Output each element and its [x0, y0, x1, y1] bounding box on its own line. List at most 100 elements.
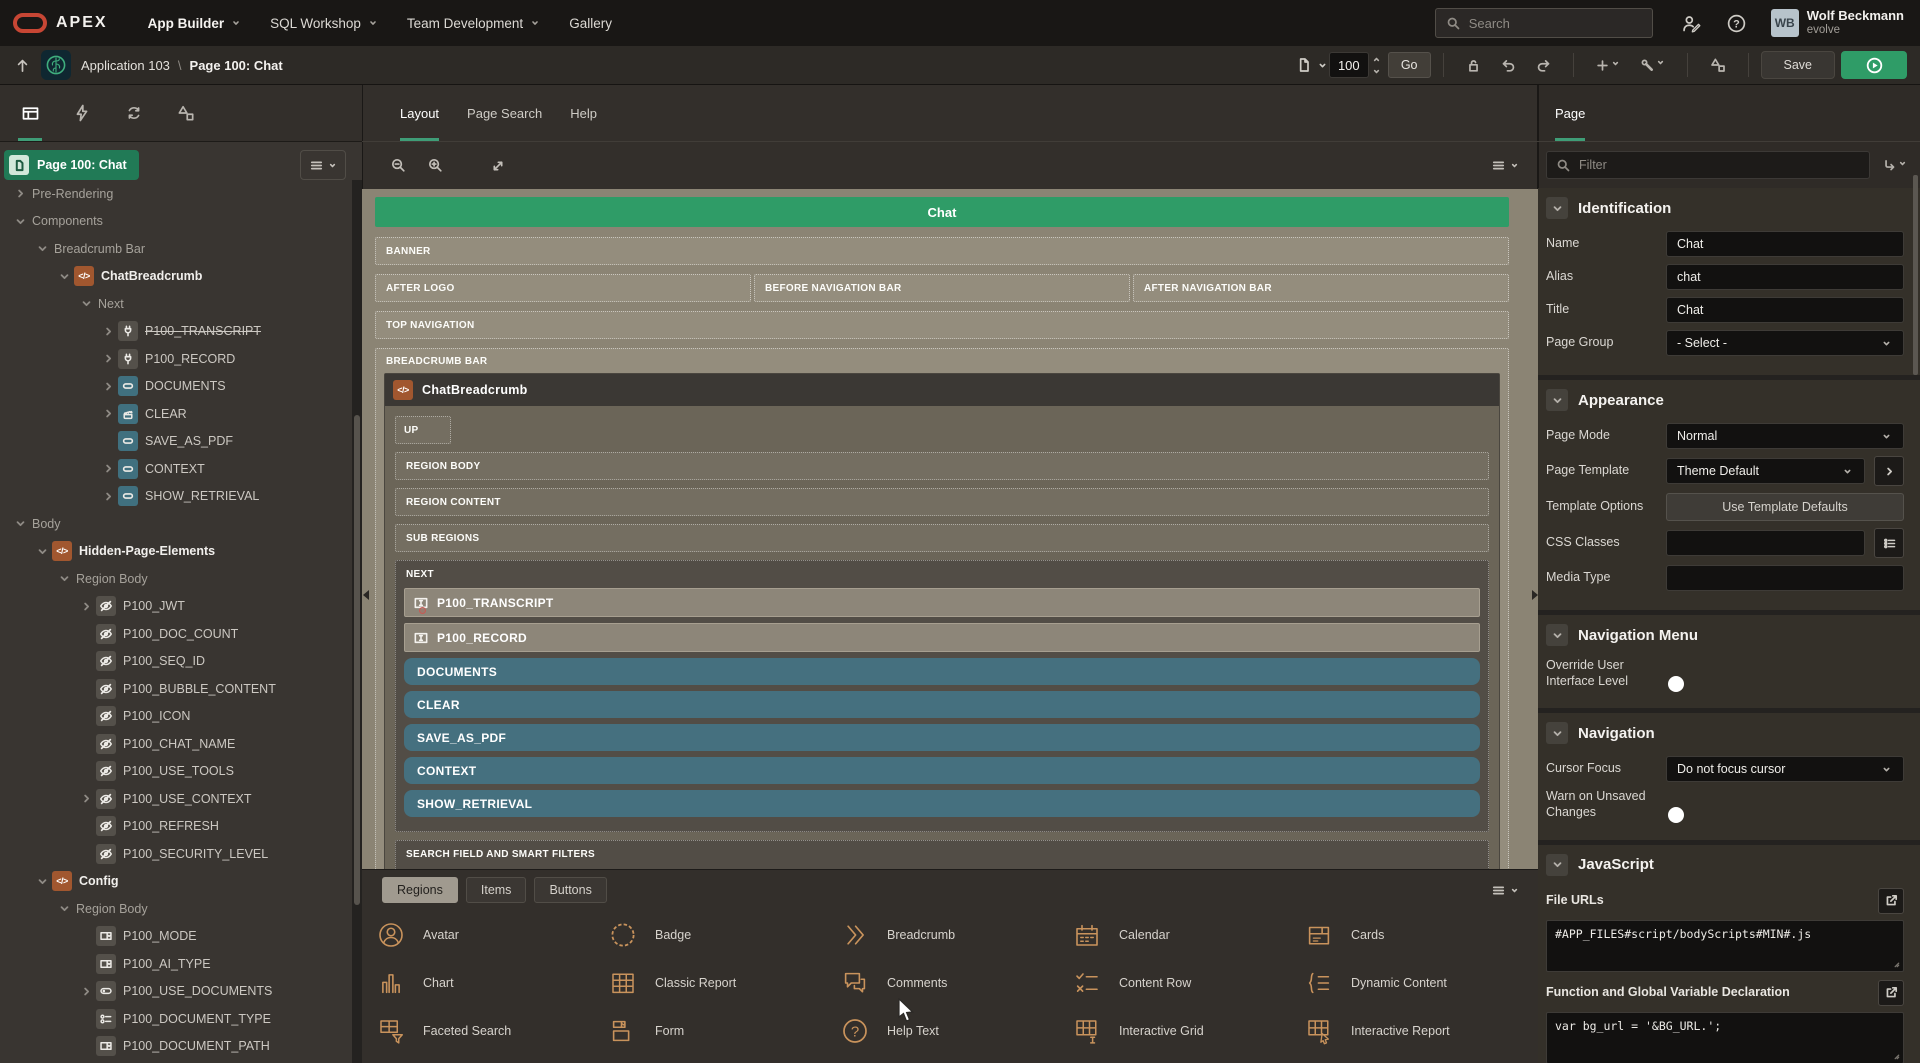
textarea-file-urls[interactable]: #APP_FILES#script/bodyScripts#MIN#.js: [1546, 920, 1904, 972]
chevron-right-icon[interactable]: [100, 490, 116, 503]
quick-pick-icon[interactable]: [1874, 528, 1904, 558]
input-alias[interactable]: chat: [1666, 264, 1904, 290]
region-header[interactable]: </> ChatBreadcrumb: [385, 374, 1499, 406]
layout-menu-button[interactable]: [1491, 158, 1520, 173]
gallery-tab-regions[interactable]: Regions: [382, 877, 458, 903]
tab-layout[interactable]: Layout: [400, 85, 439, 141]
chevron-down-icon[interactable]: [34, 242, 50, 255]
input-name[interactable]: Chat: [1666, 231, 1904, 257]
gallery-tab-buttons[interactable]: Buttons: [534, 877, 606, 903]
gallery-item-interactive-report[interactable]: Interactive Report: [1304, 1009, 1536, 1053]
property-filter-input[interactable]: Filter: [1546, 151, 1870, 179]
menu-sql-workshop[interactable]: SQL Workshop: [256, 0, 393, 46]
input-title[interactable]: Chat: [1666, 297, 1904, 323]
tree-item-chatbreadcrumb[interactable]: </>ChatBreadcrumb: [0, 263, 350, 291]
gallery-item-partial[interactable]: [608, 1053, 840, 1063]
canvas-page-title[interactable]: Chat: [375, 197, 1509, 227]
page-spinner[interactable]: [1371, 54, 1382, 77]
tree-item-p100-icon[interactable]: P100_ICON: [0, 703, 350, 731]
tab-rendering[interactable]: [12, 85, 48, 141]
position-top-navigation[interactable]: TOP NAVIGATION: [375, 311, 1509, 339]
tree-item-breadcrumb-bar[interactable]: Breadcrumb Bar: [0, 235, 350, 263]
select-page-template[interactable]: Theme Default: [1666, 458, 1865, 484]
tree-item-save-as-pdf[interactable]: SAVE_AS_PDF: [0, 428, 350, 456]
gallery-item-interactive-grid[interactable]: Interactive Grid: [1072, 1009, 1304, 1053]
tree-scrollbar[interactable]: [352, 180, 362, 1063]
chevron-down-icon[interactable]: [56, 902, 72, 915]
tree-item-p100-security-level[interactable]: P100_SECURITY_LEVEL: [0, 840, 350, 868]
chevron-right-icon[interactable]: [100, 352, 116, 365]
collapse-chevron-icon[interactable]: [1546, 722, 1568, 744]
zoom-out-icon[interactable]: [390, 157, 407, 174]
position-after-navigation-bar[interactable]: AFTER NAVIGATION BAR: [1133, 274, 1509, 302]
canvas-item-p100_transcript[interactable]: P100_TRANSCRIPT: [404, 588, 1480, 617]
property-scrollbar[interactable]: [1913, 175, 1918, 375]
textarea-function-and-global-variable-declaration[interactable]: var bg_url = '&BG_URL.';: [1546, 1012, 1904, 1063]
chevron-right-icon[interactable]: [78, 600, 94, 613]
chevron-right-icon[interactable]: [100, 462, 116, 475]
expand-icon[interactable]: [490, 158, 506, 174]
zoom-in-icon[interactable]: [427, 157, 444, 174]
user-avatar[interactable]: WB: [1771, 9, 1799, 37]
right-splitter-handle[interactable]: [1531, 582, 1538, 608]
chevron-down-icon[interactable]: [78, 297, 94, 310]
position-banner[interactable]: BANNER: [375, 237, 1509, 265]
tree-item-p100-refresh[interactable]: P100_REFRESH: [0, 813, 350, 841]
menu-app-builder[interactable]: App Builder: [134, 0, 257, 46]
gallery-item-partial[interactable]: [376, 1053, 608, 1063]
chevron-right-icon[interactable]: [78, 985, 94, 998]
gallery-item-comments[interactable]: Comments: [840, 961, 1072, 1005]
gallery-item-classic-report[interactable]: Classic Report: [608, 961, 840, 1005]
up-arrow-icon[interactable]: [14, 57, 31, 74]
goto-group-icon[interactable]: [1876, 158, 1914, 173]
tree-item-body[interactable]: Body: [0, 510, 350, 538]
tree-item-p100-document-type[interactable]: P100_DOCUMENT_TYPE: [0, 1005, 350, 1033]
tab-page[interactable]: Page: [1555, 85, 1585, 141]
tree-item-p100-record[interactable]: P100_RECORD: [0, 345, 350, 373]
gallery-item-calendar[interactable]: Calendar: [1072, 913, 1304, 957]
tree-item-hidden-page-elements[interactable]: </>Hidden-Page-Elements: [0, 538, 350, 566]
chevron-right-icon[interactable]: [78, 792, 94, 805]
tree-item-p100-use-context[interactable]: P100_USE_CONTEXT: [0, 785, 350, 813]
chevron-right-icon[interactable]: [12, 187, 28, 200]
tree-item-config[interactable]: </>Config: [0, 868, 350, 896]
input-media-type[interactable]: [1666, 565, 1904, 591]
tree-menu-button[interactable]: [300, 150, 346, 180]
undo-icon[interactable]: [1500, 57, 1517, 74]
create-menu-button[interactable]: [1595, 58, 1621, 73]
gallery-tab-items[interactable]: Items: [466, 877, 527, 903]
tree-item-p100-ai-type[interactable]: P100_AI_TYPE: [0, 950, 350, 978]
tree-item-p100-seq-id[interactable]: P100_SEQ_ID: [0, 648, 350, 676]
position-after-logo[interactable]: AFTER LOGO: [375, 274, 751, 302]
chevron-down-icon[interactable]: [56, 572, 72, 585]
select-cursor-focus[interactable]: Do not focus cursor: [1666, 756, 1904, 782]
tree-item-region-body[interactable]: Region Body: [0, 565, 350, 593]
utilities-menu-button[interactable]: [1639, 57, 1666, 73]
left-splitter-handle[interactable]: [362, 582, 369, 608]
tree-root-page[interactable]: Page 100: Chat: [4, 150, 139, 180]
menu-gallery[interactable]: Gallery: [555, 0, 626, 46]
tree-item-region-body[interactable]: Region Body: [0, 895, 350, 923]
page-number-input[interactable]: 100: [1329, 52, 1369, 78]
chevron-right-icon[interactable]: [100, 380, 116, 393]
tree-item-p100-document-path[interactable]: P100_DOCUMENT_PATH: [0, 1033, 350, 1061]
tree-item-show-retrieval[interactable]: SHOW_RETRIEVAL: [0, 483, 350, 511]
menu-team-development[interactable]: Team Development: [393, 0, 555, 46]
tree-item-p100-use-tools[interactable]: P100_USE_TOOLS: [0, 758, 350, 786]
select-page-group[interactable]: - Select -: [1666, 330, 1904, 356]
tree-item-p100-doc-count[interactable]: P100_DOC_COUNT: [0, 620, 350, 648]
position-sub-regions[interactable]: SUB REGIONS: [395, 524, 1489, 552]
gallery-item-partial[interactable]: [1072, 1053, 1304, 1063]
collapse-chevron-icon[interactable]: [1546, 624, 1568, 646]
run-button[interactable]: [1841, 51, 1907, 79]
gallery-item-faceted-search[interactable]: Faceted Search: [376, 1009, 608, 1053]
tab-shared-components[interactable]: [168, 85, 204, 141]
go-button[interactable]: Go: [1388, 52, 1431, 78]
chevron-right-icon[interactable]: [100, 325, 116, 338]
tab-page-search[interactable]: Page Search: [467, 85, 542, 141]
chevron-down-icon[interactable]: [34, 875, 50, 888]
gallery-item-avatar[interactable]: Avatar: [376, 913, 608, 957]
gallery-item-chart[interactable]: Chart: [376, 961, 608, 1005]
select-page-mode[interactable]: Normal: [1666, 423, 1904, 449]
position-region-content[interactable]: REGION CONTENT: [395, 488, 1489, 516]
